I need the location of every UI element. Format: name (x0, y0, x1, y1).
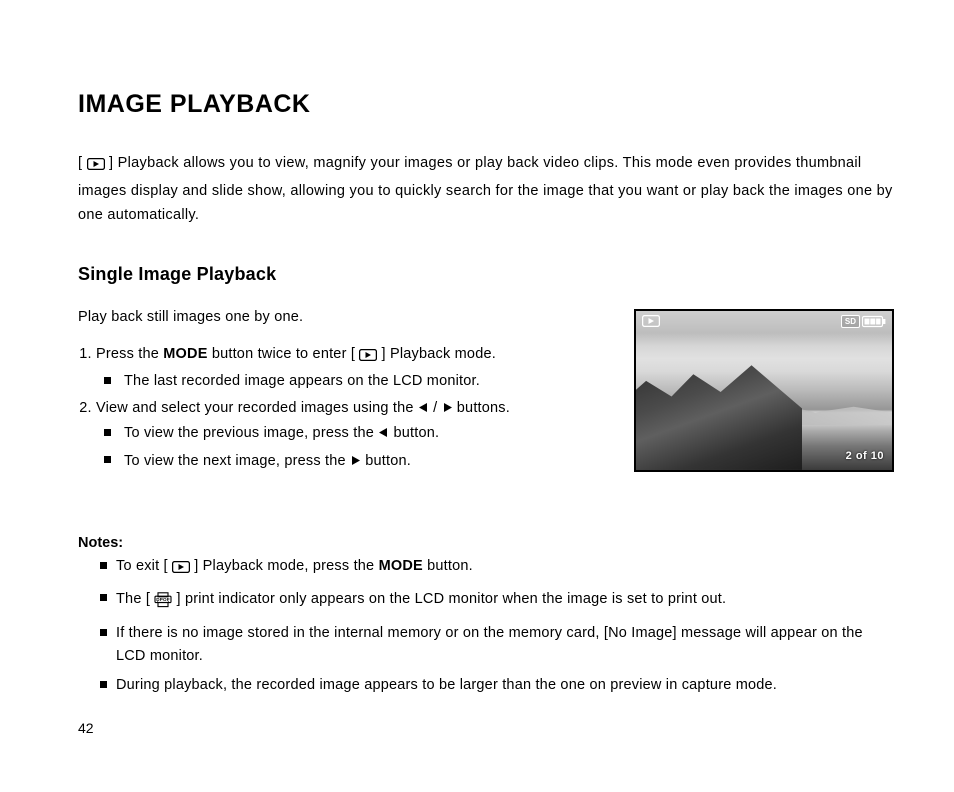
lead-text: Play back still images one by one. (78, 309, 612, 325)
step-1-sub-1: The last recorded image appears on the L… (120, 370, 612, 392)
dpof-print-icon: DPOF (154, 592, 172, 615)
note-1: To exit [ ] Playback mode, press the MOD… (116, 555, 894, 580)
lcd-image-counter: 2 of 10 (846, 450, 884, 462)
step-2: View and select your recorded images usi… (96, 397, 612, 473)
note-2: The [ DPOF ] print indicator only appear… (116, 588, 894, 615)
playback-mode-icon (359, 346, 377, 368)
notes-list: To exit [ ] Playback mode, press the MOD… (78, 555, 894, 696)
playback-mode-icon (87, 154, 105, 179)
notes-heading: Notes: (78, 535, 894, 551)
lcd-scene-near (634, 359, 802, 470)
playback-mode-icon (172, 558, 190, 580)
sd-card-icon: SD (841, 315, 860, 328)
step-2-sub-2: To view the next image, press the button… (120, 450, 612, 473)
step-1: Press the MODE button twice to enter [ ]… (96, 343, 612, 393)
note-3: If there is no image stored in the inter… (116, 622, 894, 667)
right-arrow-icon (442, 398, 453, 420)
lcd-playback-icon (642, 315, 660, 327)
manual-page: IMAGE PLAYBACK [ ] Playback allows you t… (0, 0, 954, 792)
instructions-block: Play back still images one by one. Press… (78, 309, 612, 477)
left-arrow-icon (378, 423, 389, 445)
battery-icon (862, 315, 886, 328)
note-4: During playback, the recorded image appe… (116, 674, 894, 696)
intro-paragraph: [ ] Playback allows you to view, magnify… (78, 151, 894, 228)
page-number: 42 (78, 720, 94, 736)
svg-text:DPOF: DPOF (157, 597, 171, 602)
left-arrow-icon (418, 398, 429, 420)
page-title: IMAGE PLAYBACK (78, 90, 894, 119)
step-2-sub-1: To view the previous image, press the bu… (120, 422, 612, 445)
right-arrow-icon (350, 451, 361, 473)
lcd-preview: SD 2 of 10 (634, 309, 894, 472)
section-title: Single Image Playback (78, 264, 894, 285)
